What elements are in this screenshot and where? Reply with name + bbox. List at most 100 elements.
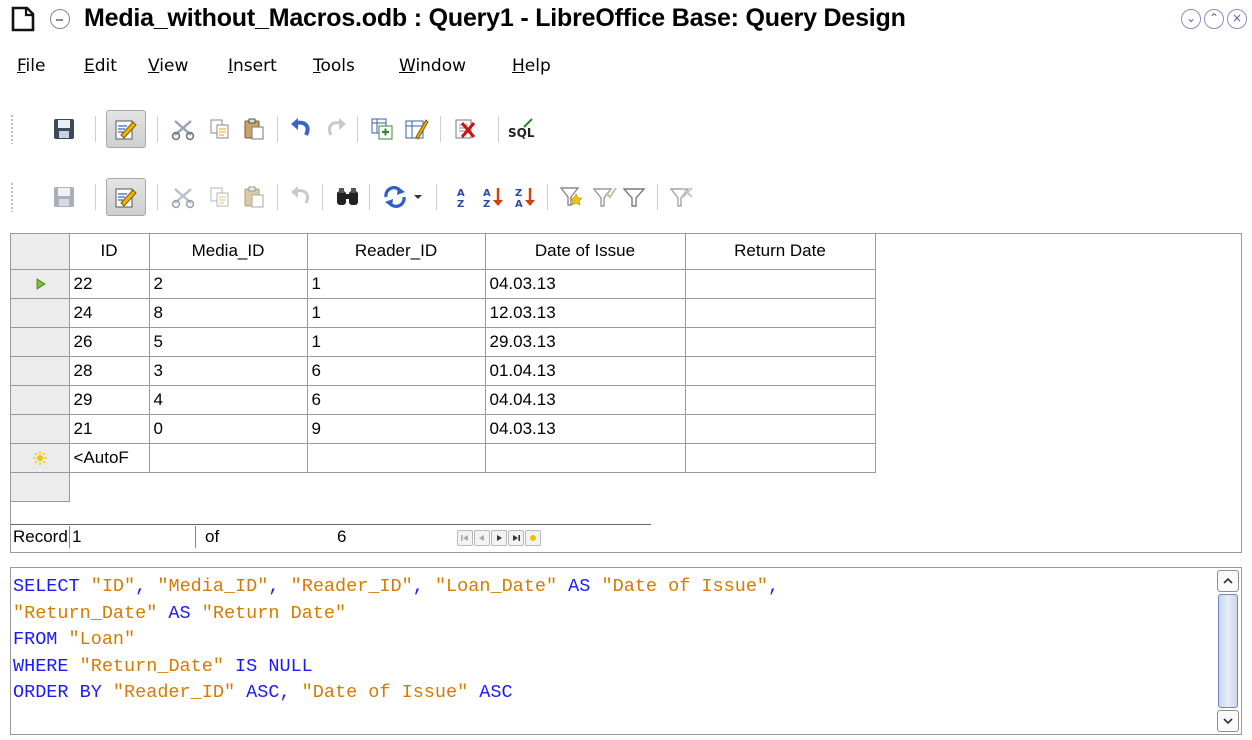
- table-cell[interactable]: 12.03.13: [484, 297, 686, 328]
- corner-header[interactable]: [11, 234, 70, 270]
- table-cell[interactable]: 22: [68, 268, 150, 299]
- autofilter-icon[interactable]: [558, 183, 586, 211]
- paste-icon[interactable]: [240, 115, 268, 143]
- toolbar-grip[interactable]: [10, 182, 14, 212]
- table-cell[interactable]: 04.03.13: [484, 413, 686, 444]
- sql-line[interactable]: WHERE "Return_Date" IS NULL: [13, 654, 779, 681]
- table-cell[interactable]: 26: [68, 326, 150, 357]
- scroll-up-icon[interactable]: [1217, 570, 1239, 592]
- table-cell[interactable]: 0: [148, 413, 308, 444]
- menu-file[interactable]: File: [17, 56, 45, 76]
- table-cell[interactable]: <AutoF: [68, 442, 150, 473]
- menu-tools[interactable]: Tools: [313, 56, 355, 76]
- cut-icon[interactable]: [170, 183, 198, 211]
- edit-mode-icon[interactable]: [106, 110, 146, 148]
- menu-insert[interactable]: Insert: [228, 56, 277, 76]
- minimize-icon[interactable]: ⌄: [1181, 9, 1201, 29]
- save-record-icon[interactable]: [50, 183, 78, 211]
- design-view-icon[interactable]: [403, 115, 431, 143]
- reset-filter-icon[interactable]: [667, 183, 695, 211]
- sql-line[interactable]: ORDER BY "Reader_ID" ASC, "Date of Issue…: [13, 680, 779, 707]
- table-row[interactable]: 29 4 6 04.04.13: [11, 384, 876, 415]
- apply-filter-icon[interactable]: [620, 183, 648, 211]
- table-cell[interactable]: [684, 326, 876, 357]
- sql-line[interactable]: FROM "Loan": [13, 627, 779, 654]
- table-cell[interactable]: 24: [68, 297, 150, 328]
- chevron-down-icon[interactable]: [410, 183, 426, 211]
- sql-scrollbar[interactable]: [1217, 570, 1239, 732]
- table-cell[interactable]: 2: [148, 268, 308, 299]
- menu-view[interactable]: View: [148, 56, 188, 76]
- menu-edit[interactable]: Edit: [84, 56, 117, 76]
- toolbar-grip[interactable]: [10, 114, 14, 144]
- previous-record-icon[interactable]: [474, 530, 490, 546]
- table-cell[interactable]: [484, 442, 686, 473]
- sql-editor[interactable]: SELECT "ID", "Media_ID", "Reader_ID", "L…: [10, 567, 1242, 735]
- sort-icon[interactable]: AZ: [448, 183, 476, 211]
- redo-icon[interactable]: [322, 115, 350, 143]
- row-header[interactable]: [11, 384, 70, 415]
- delete-icon[interactable]: [451, 115, 479, 143]
- table-cell[interactable]: 5: [148, 326, 308, 357]
- standard-filter-icon[interactable]: [590, 183, 618, 211]
- close-icon[interactable]: ×: [1227, 9, 1247, 29]
- row-header[interactable]: [11, 326, 70, 357]
- table-cell[interactable]: [684, 413, 876, 444]
- app-icon[interactable]: [10, 6, 36, 32]
- table-cell[interactable]: [684, 355, 876, 386]
- menu-help[interactable]: Help: [512, 56, 551, 76]
- table-cell[interactable]: 8: [148, 297, 308, 328]
- undo-icon[interactable]: [287, 183, 315, 211]
- table-cell[interactable]: [148, 442, 308, 473]
- maximize-icon[interactable]: ⌃: [1204, 9, 1224, 29]
- table-row[interactable]: 28 3 6 01.04.13: [11, 355, 876, 386]
- table-cell[interactable]: 4: [148, 384, 308, 415]
- table-row[interactable]: 24 8 1 12.03.13: [11, 297, 876, 328]
- cut-icon[interactable]: [170, 115, 198, 143]
- column-header[interactable]: Return Date: [684, 234, 876, 270]
- new-record-icon[interactable]: [525, 530, 541, 546]
- sql-line[interactable]: SELECT "ID", "Media_ID", "Reader_ID", "L…: [13, 574, 779, 601]
- sql-text[interactable]: SELECT "ID", "Media_ID", "Reader_ID", "L…: [13, 574, 779, 707]
- table-cell[interactable]: 9: [306, 413, 486, 444]
- row-header[interactable]: [11, 297, 70, 328]
- column-header[interactable]: Date of Issue: [484, 234, 686, 270]
- row-header[interactable]: [11, 442, 70, 473]
- sort-descending-icon[interactable]: ZA: [512, 183, 540, 211]
- table-cell[interactable]: 21: [68, 413, 150, 444]
- undo-icon[interactable]: [287, 115, 315, 143]
- table-cell[interactable]: [684, 297, 876, 328]
- table-cell[interactable]: 04.03.13: [484, 268, 686, 299]
- table-cell[interactable]: [684, 384, 876, 415]
- copy-icon[interactable]: [206, 115, 234, 143]
- record-number-field[interactable]: 1: [72, 527, 81, 547]
- next-record-icon[interactable]: [491, 530, 507, 546]
- shade-icon[interactable]: [50, 9, 70, 29]
- copy-icon[interactable]: [206, 183, 234, 211]
- table-cell[interactable]: 29.03.13: [484, 326, 686, 357]
- sql-icon[interactable]: SQL: [507, 115, 535, 143]
- table-cell[interactable]: 6: [306, 384, 486, 415]
- row-header[interactable]: [11, 355, 70, 386]
- sql-line[interactable]: "Return_Date" AS "Return Date": [13, 601, 779, 628]
- table-row[interactable]: 26 5 1 29.03.13: [11, 326, 876, 357]
- scroll-down-icon[interactable]: [1217, 710, 1239, 732]
- table-cell[interactable]: 28: [68, 355, 150, 386]
- table-cell[interactable]: 6: [306, 355, 486, 386]
- table-cell[interactable]: [684, 442, 876, 473]
- table-cell[interactable]: 1: [306, 297, 486, 328]
- table-cell[interactable]: 04.04.13: [484, 384, 686, 415]
- menu-window[interactable]: Window: [399, 56, 466, 76]
- last-record-icon[interactable]: [508, 530, 524, 546]
- sort-ascending-icon[interactable]: AZ: [480, 183, 508, 211]
- column-header[interactable]: Media_ID: [148, 234, 308, 270]
- table-cell[interactable]: [684, 268, 876, 299]
- table-row[interactable]: 22 2 1 04.03.13: [11, 268, 876, 299]
- new-record-row[interactable]: <AutoF: [11, 442, 876, 473]
- column-header[interactable]: ID: [68, 234, 150, 270]
- scroll-thumb[interactable]: [1218, 594, 1238, 708]
- find-record-icon[interactable]: [334, 183, 362, 211]
- table-cell[interactable]: 29: [68, 384, 150, 415]
- table-cell[interactable]: [306, 442, 486, 473]
- save-icon[interactable]: [50, 115, 78, 143]
